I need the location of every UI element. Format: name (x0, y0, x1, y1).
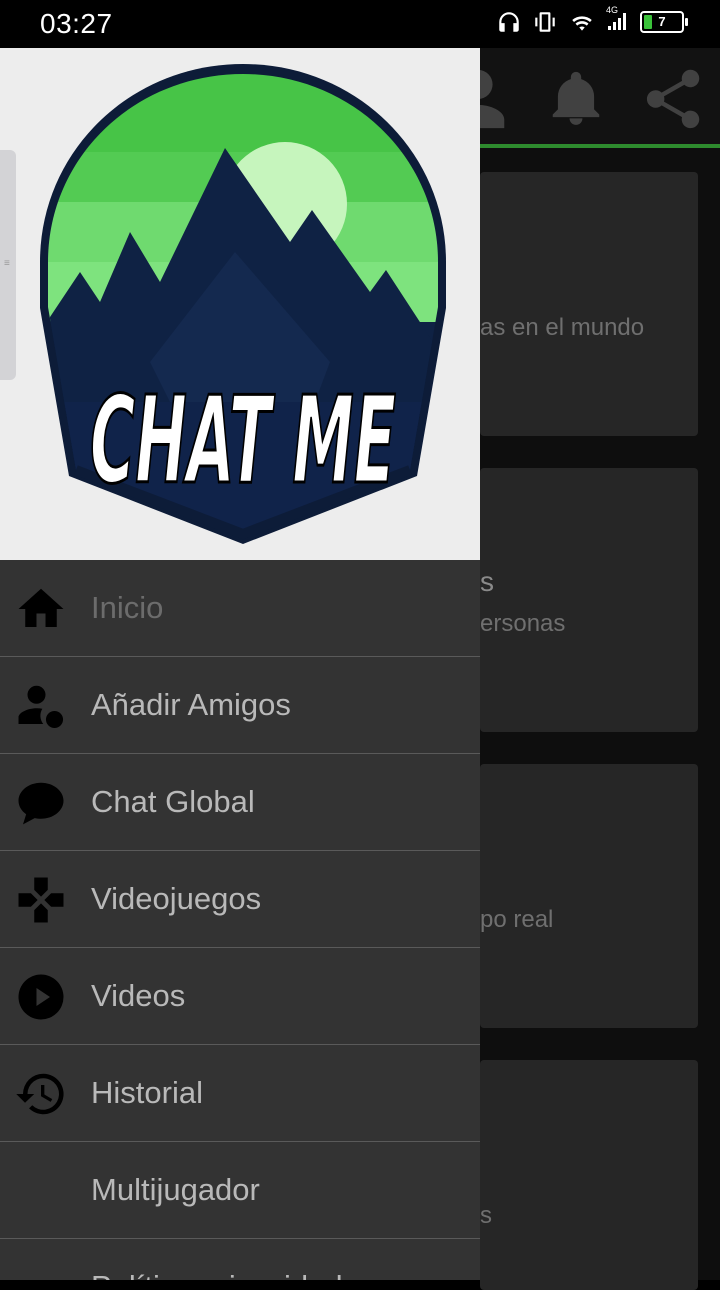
status-icons: 4G 7 (496, 5, 688, 35)
content-card[interactable]: po real (480, 764, 698, 1028)
menu-item-label: Videojuegos (91, 881, 262, 916)
status-bar: 03:27 4G 7 (0, 0, 720, 48)
menu-item-inicio[interactable]: Inicio (0, 560, 480, 657)
signal-icon: 4G (606, 5, 630, 35)
menu-item-anadir-amigos[interactable]: Añadir Amigos (0, 657, 480, 754)
battery-icon: 7 (640, 11, 688, 33)
menu-item-chat-global[interactable]: Chat Global (0, 754, 480, 851)
battery-level: 7 (658, 14, 666, 29)
menu-item-label: Videos (91, 978, 186, 1013)
drawer-menu: Inicio Añadir Amigos Chat Global Videoju… (0, 560, 480, 1280)
history-icon (16, 1073, 64, 1115)
content-card[interactable]: s (480, 1060, 698, 1290)
card-subtitle: po real (480, 906, 554, 933)
vibrate-icon (535, 12, 555, 32)
headphones-icon (499, 12, 519, 32)
home-icon (18, 588, 64, 627)
bell-icon[interactable] (545, 64, 607, 134)
wifi-icon (572, 16, 592, 31)
gamepad-icon (18, 877, 64, 923)
menu-item-videojuegos[interactable]: Videojuegos (0, 851, 480, 948)
menu-item-politica-privacidad[interactable]: Política privacidad (0, 1239, 480, 1280)
menu-item-label: Política privacidad (91, 1269, 343, 1280)
menu-item-label: Historial (91, 1075, 203, 1110)
share-icon[interactable] (638, 64, 708, 134)
drawer-header: ≡ CHAT ME (0, 48, 480, 560)
menu-item-label: Inicio (91, 590, 164, 625)
card-title: s (480, 566, 494, 597)
menu-item-multijugador[interactable]: Multijugador (0, 1142, 480, 1239)
logo-text: CHAT ME (90, 372, 396, 511)
chat-bubble-icon (18, 782, 64, 825)
menu-item-videos[interactable]: Videos (0, 948, 480, 1045)
drawer-drag-handle[interactable]: ≡ (0, 150, 16, 380)
play-circle-icon (18, 974, 64, 1020)
menu-item-historial[interactable]: Historial (0, 1045, 480, 1142)
add-person-icon (18, 685, 64, 729)
menu-item-label: Chat Global (91, 784, 255, 819)
content-card[interactable]: s ersonas (480, 468, 698, 732)
chat-me-logo: CHAT ME (40, 64, 446, 544)
card-subtitle: as en el mundo (480, 314, 645, 341)
content-card[interactable]: as en el mundo (480, 172, 698, 436)
network-label: 4G (606, 5, 619, 15)
navigation-drawer: ≡ CHAT ME Inicio Añadir Amigos Chat Glob… (0, 48, 480, 1280)
toolbar-accent-line (480, 144, 720, 148)
menu-item-label: Multijugador (91, 1172, 260, 1207)
card-subtitle: s (480, 1202, 492, 1229)
card-subtitle: ersonas (480, 610, 566, 637)
status-time: 03:27 (40, 8, 113, 39)
menu-item-label: Añadir Amigos (91, 687, 291, 722)
